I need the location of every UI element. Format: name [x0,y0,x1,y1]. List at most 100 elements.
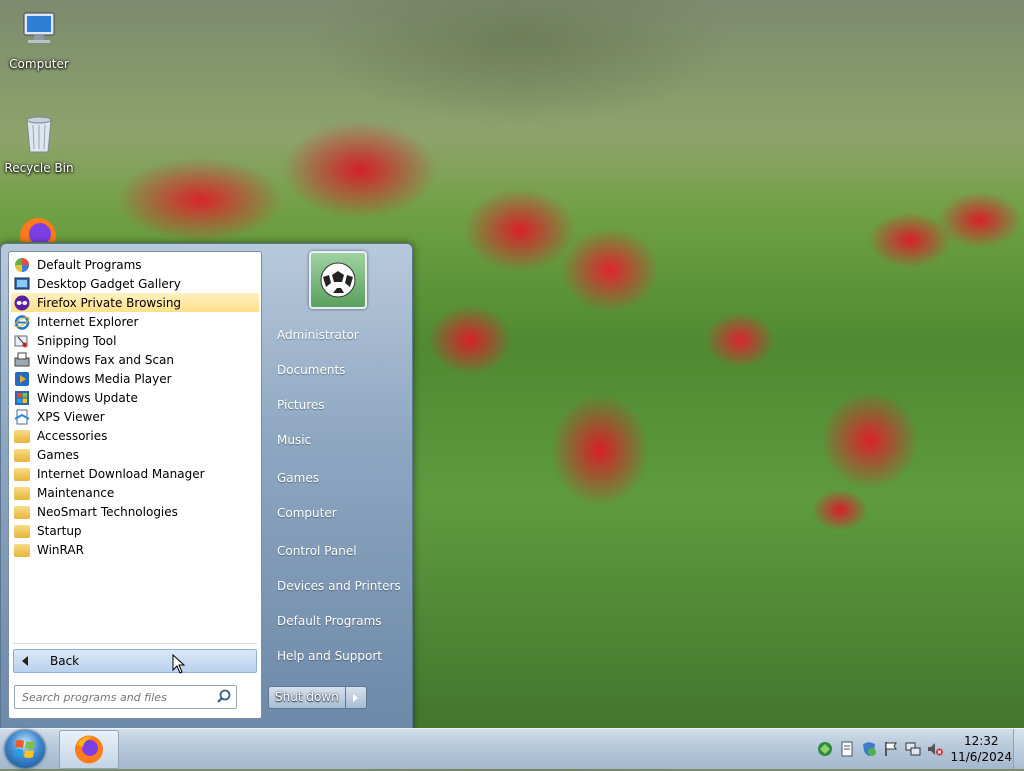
folder-icon [14,430,30,443]
places-control-panel[interactable]: Control Panel [277,544,357,558]
places-computer[interactable]: Computer [277,506,337,520]
taskbar: 12:32 11/6/2024 [0,728,1024,769]
windows-logo-icon [14,740,35,758]
clock-date: 11/6/2024 [950,750,1012,764]
show-desktop-button[interactable] [1013,729,1024,769]
program-item-windows-fax-and-scan[interactable]: Windows Fax and Scan [11,350,259,369]
places-devices-and-printers[interactable]: Devices and Printers [277,579,401,593]
chevron-right-icon [353,693,359,702]
program-folder-accessories[interactable]: Accessories [11,426,259,445]
program-label: Internet Download Manager [37,466,205,481]
shutdown-button[interactable]: Shut down [269,687,346,708]
back-button[interactable]: Back [13,649,257,673]
places-documents[interactable]: Documents [277,363,345,377]
program-label: Accessories [37,428,108,443]
desktop-icon-recycle-bin[interactable]: Recycle Bin [4,112,74,175]
taskbar-firefox-button[interactable] [59,730,119,769]
windows-update-icon [15,390,29,405]
program-label: Games [37,447,79,462]
search-box[interactable] [14,685,237,709]
program-folder-winrar[interactable]: WinRAR [11,540,259,559]
start-menu: Default Programs Desktop Gadget Gallery … [0,243,413,730]
mouse-cursor-icon [172,654,186,674]
clock[interactable]: 12:32 11/6/2024 [950,733,1012,765]
firefox-icon [20,218,56,242]
system-tray [816,737,944,761]
program-label: Startup [37,523,82,538]
program-item-desktop-gadget-gallery[interactable]: Desktop Gadget Gallery [11,274,259,293]
program-item-windows-update[interactable]: Windows Update [11,388,259,407]
recycle-bin-icon [26,116,52,153]
default-programs-icon [15,257,29,272]
program-label: NeoSmart Technologies [37,504,178,519]
clock-time: 12:32 [963,734,999,748]
folder-icon [14,525,30,538]
program-item-windows-media-player[interactable]: Windows Media Player [11,369,259,388]
start-button[interactable] [5,730,45,768]
soccer-ball-icon [320,262,356,298]
places-pictures[interactable]: Pictures [277,398,325,412]
document-icon[interactable] [838,740,856,758]
program-item-snipping-tool[interactable]: Snipping Tool [11,331,259,350]
program-folder-startup[interactable]: Startup [11,521,259,540]
desktop-icon-firefox[interactable] [14,214,62,242]
program-item-firefox-private-browsing[interactable]: Firefox Private Browsing [11,293,259,312]
security-icon[interactable] [860,740,878,758]
folder-icon [14,487,30,500]
folder-icon [14,544,30,557]
back-arrow-icon [22,656,28,666]
firefox-icon [75,735,103,764]
fax-scan-icon [14,352,30,366]
desktop-icon-computer[interactable]: Computer [4,8,74,71]
program-folder-maintenance[interactable]: Maintenance [11,483,259,502]
program-label: XPS Viewer [37,409,105,424]
gadget-gallery-icon [14,277,30,289]
avatar[interactable] [309,251,367,309]
media-player-icon [15,371,29,386]
program-label: Windows Fax and Scan [37,352,175,367]
places-music[interactable]: Music [277,433,311,447]
program-label: Windows Update [37,390,138,405]
program-label: Maintenance [37,485,115,500]
firefox-private-icon [14,295,30,310]
search-icon[interactable] [215,688,233,706]
desktop-icon-label: Recycle Bin [4,161,74,175]
program-label: Default Programs [37,257,142,272]
folder-icon [14,468,30,481]
action-center-flag-icon[interactable] [882,740,900,758]
program-list: Default Programs Desktop Gadget Gallery … [11,255,259,559]
start-menu-places-pane: Administrator Documents Pictures Music G… [263,244,411,728]
program-label: WinRAR [37,542,84,557]
desktop-icon-label: Computer [9,57,69,71]
shutdown-control: Shut down [268,686,367,709]
search-input[interactable] [15,689,215,705]
places-games[interactable]: Games [277,471,319,485]
program-label: Firefox Private Browsing [37,295,182,310]
snipping-tool-icon [14,335,28,347]
program-item-xps-viewer[interactable]: XPS Viewer [11,407,259,426]
program-folder-games[interactable]: Games [11,445,259,464]
places-administrator[interactable]: Administrator [277,328,359,342]
places-default-programs[interactable]: Default Programs [277,614,382,628]
divider [13,643,257,644]
program-label: Internet Explorer [37,314,139,329]
places-help-and-support[interactable]: Help and Support [277,649,382,663]
start-menu-programs-pane: Default Programs Desktop Gadget Gallery … [8,251,262,719]
program-folder-internet-download-manager[interactable]: Internet Download Manager [11,464,259,483]
internet-explorer-icon [14,314,30,330]
program-label: Snipping Tool [37,333,117,348]
xps-viewer-icon [14,409,30,424]
program-item-internet-explorer[interactable]: Internet Explorer [11,312,259,331]
volume-muted-icon[interactable] [926,740,944,758]
back-label: Back [50,654,80,668]
folder-icon [14,506,30,519]
program-item-default-programs[interactable]: Default Programs [11,255,259,274]
program-label: Desktop Gadget Gallery [37,276,181,291]
shutdown-options-button[interactable] [346,687,366,708]
network-icon[interactable] [816,740,834,758]
computer-icon [23,12,55,43]
program-folder-neosmart-technologies[interactable]: NeoSmart Technologies [11,502,259,521]
program-label: Windows Media Player [37,371,172,386]
network-connection-icon[interactable] [904,740,922,758]
folder-icon [14,449,30,462]
